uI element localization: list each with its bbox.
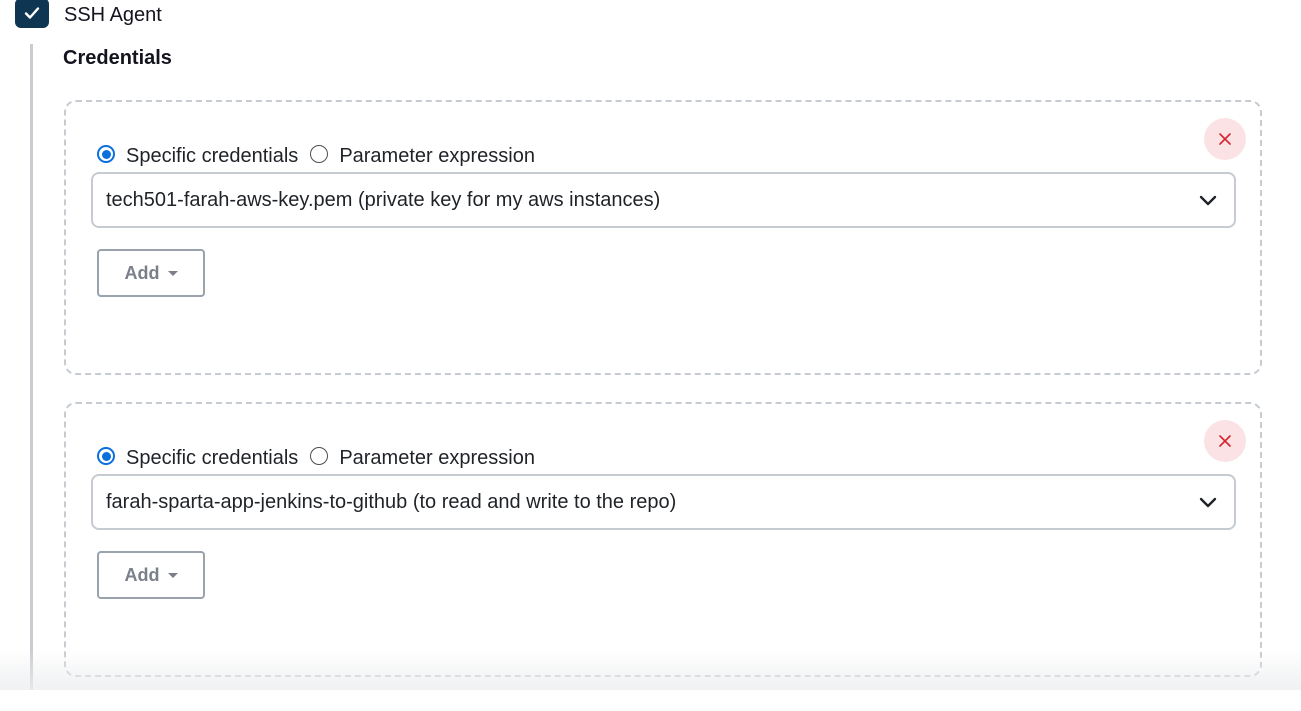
remove-credential-button[interactable] — [1204, 118, 1246, 160]
checkmark-icon — [24, 7, 40, 19]
radio-parameter-expression[interactable] — [310, 145, 329, 163]
credential-card: Specific credentials Parameter expressio… — [64, 100, 1262, 375]
credential-select[interactable]: tech501-farah-aws-key.pem (private key f… — [91, 172, 1236, 228]
radio-parameter-label[interactable]: Parameter expression — [339, 447, 535, 470]
add-credential-button[interactable]: Add — [97, 249, 205, 297]
ssh-agent-config-panel: SSH Agent Credentials Specific credentia… — [0, 0, 1301, 711]
credential-select-value: farah-sparta-app-jenkins-to-github (to r… — [106, 490, 677, 513]
radio-specific-credentials[interactable] — [97, 145, 115, 163]
add-button-label: Add — [124, 564, 160, 585]
radio-parameter-label[interactable]: Parameter expression — [339, 145, 535, 168]
chevron-down-icon — [1199, 497, 1217, 508]
chevron-down-icon — [1199, 195, 1217, 206]
add-button-label: Add — [124, 262, 160, 283]
remove-credential-button[interactable] — [1204, 420, 1246, 462]
radio-specific-label[interactable]: Specific credentials — [126, 145, 298, 168]
credential-mode-radios: Specific credentials Parameter expressio… — [97, 444, 547, 472]
credentials-title: Credentials — [63, 47, 172, 69]
close-icon — [1219, 435, 1231, 447]
ssh-agent-checkbox[interactable] — [15, 0, 49, 28]
caret-down-icon — [167, 572, 178, 578]
credential-mode-radios: Specific credentials Parameter expressio… — [97, 142, 547, 170]
ssh-agent-header: SSH Agent — [15, 0, 162, 30]
add-credential-button[interactable]: Add — [97, 551, 205, 599]
caret-down-icon — [167, 270, 178, 276]
radio-parameter-expression[interactable] — [310, 447, 329, 465]
ssh-agent-label: SSH Agent — [64, 3, 162, 26]
credential-select-value: tech501-farah-aws-key.pem (private key f… — [106, 188, 661, 211]
bottom-bar — [0, 690, 1301, 711]
close-icon — [1219, 133, 1231, 145]
radio-specific-credentials[interactable] — [97, 447, 115, 465]
nesting-indent-line — [30, 44, 33, 694]
radio-specific-label[interactable]: Specific credentials — [126, 447, 298, 470]
credential-card: Specific credentials Parameter expressio… — [64, 402, 1262, 677]
credential-select[interactable]: farah-sparta-app-jenkins-to-github (to r… — [91, 474, 1236, 530]
